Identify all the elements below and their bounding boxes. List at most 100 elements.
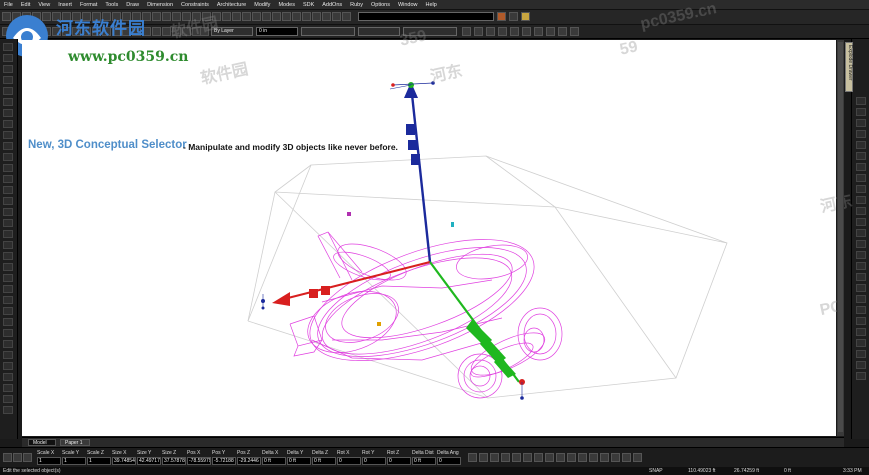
- zoom-tool-icon[interactable]: [509, 12, 518, 21]
- modify-tool-icon[interactable]: [856, 163, 866, 171]
- toolbar-button-icon[interactable]: [312, 12, 321, 21]
- property-value-input[interactable]: 42.49717: [137, 457, 161, 465]
- toolbar-button-icon[interactable]: [272, 12, 281, 21]
- property-value-input[interactable]: 0 ft: [287, 457, 311, 465]
- draw-tool-icon[interactable]: [3, 131, 13, 139]
- property-toolbar-icon[interactable]: [611, 453, 620, 462]
- draw-tool-icon[interactable]: [3, 395, 13, 403]
- draw-tool-icon[interactable]: [3, 120, 13, 128]
- folder-icon[interactable]: [521, 12, 530, 21]
- property-toolbar-icon[interactable]: [512, 453, 521, 462]
- draw-tool-icon[interactable]: [3, 142, 13, 150]
- menu-item-addons[interactable]: AddOns: [318, 2, 346, 8]
- draw-tool-icon[interactable]: [3, 219, 13, 227]
- toolbar-button-icon[interactable]: [534, 27, 543, 36]
- menu-item-format[interactable]: Format: [76, 2, 101, 8]
- draw-tool-icon[interactable]: [3, 153, 13, 161]
- menu-item-ruby[interactable]: Ruby: [346, 2, 367, 8]
- snap-indicator[interactable]: SNAP: [649, 467, 663, 475]
- toolbar-button-icon[interactable]: [486, 27, 495, 36]
- property-toolbar-icon[interactable]: [589, 453, 598, 462]
- lineweight-combo[interactable]: [358, 27, 400, 36]
- draw-tool-icon[interactable]: [3, 76, 13, 84]
- property-toolbar-icon[interactable]: [490, 453, 499, 462]
- toolbar-button-icon[interactable]: [558, 27, 567, 36]
- modify-tool-icon[interactable]: [856, 152, 866, 160]
- draw-tool-icon[interactable]: [3, 384, 13, 392]
- menu-item-view[interactable]: View: [34, 2, 54, 8]
- draw-tool-icon[interactable]: [3, 329, 13, 337]
- modify-tool-icon[interactable]: [856, 108, 866, 116]
- menu-item-sdk[interactable]: SDK: [299, 2, 318, 8]
- toolbar-button-icon[interactable]: [332, 12, 341, 21]
- toolbar-button-icon[interactable]: [222, 12, 231, 21]
- draw-tool-icon[interactable]: [3, 98, 13, 106]
- draw-tool-icon[interactable]: [3, 230, 13, 238]
- menu-item-draw[interactable]: Draw: [122, 2, 143, 8]
- toolbar-button-icon[interactable]: [342, 12, 351, 21]
- property-toolbar-icon[interactable]: [556, 453, 565, 462]
- modify-tool-icon[interactable]: [856, 240, 866, 248]
- property-value-input[interactable]: 39.74854: [112, 457, 136, 465]
- property-toolbar-icon[interactable]: [578, 453, 587, 462]
- draw-tool-icon[interactable]: [3, 252, 13, 260]
- modify-tool-icon[interactable]: [856, 141, 866, 149]
- draw-tool-icon[interactable]: [3, 208, 13, 216]
- explode-drawer-tab[interactable]: Explode Drawer: [845, 42, 853, 92]
- modify-tool-icon[interactable]: [856, 350, 866, 358]
- draw-tool-icon[interactable]: [3, 263, 13, 271]
- draw-tool-icon[interactable]: [3, 351, 13, 359]
- vertical-scrollbar[interactable]: [837, 40, 844, 436]
- property-value-input[interactable]: 0 ft: [262, 457, 286, 465]
- drawing-canvas[interactable]: [22, 40, 836, 436]
- property-value-input[interactable]: 0: [437, 457, 461, 465]
- property-toolbar-icon[interactable]: [23, 453, 32, 462]
- modify-tool-icon[interactable]: [856, 229, 866, 237]
- modify-tool-icon[interactable]: [856, 185, 866, 193]
- toolbar-button-icon[interactable]: [570, 27, 579, 36]
- toolbar-button-icon[interactable]: [474, 27, 483, 36]
- menu-item-modes[interactable]: Modes: [274, 2, 299, 8]
- draw-tool-icon[interactable]: [3, 406, 13, 414]
- modify-tool-icon[interactable]: [856, 251, 866, 259]
- property-toolbar-icon[interactable]: [3, 453, 12, 462]
- menu-item-modify[interactable]: Modify: [250, 2, 274, 8]
- toolbar-button-icon[interactable]: [252, 12, 261, 21]
- draw-tool-icon[interactable]: [3, 241, 13, 249]
- property-value-input[interactable]: 0 ft: [412, 457, 436, 465]
- menu-item-window[interactable]: Window: [394, 2, 422, 8]
- scrollbar-thumb[interactable]: [838, 42, 843, 432]
- property-toolbar-icon[interactable]: [567, 453, 576, 462]
- draw-tool-icon[interactable]: [3, 87, 13, 95]
- property-value-input[interactable]: 0: [362, 457, 386, 465]
- menu-item-constraints[interactable]: Constraints: [177, 2, 213, 8]
- toolbar-button-icon[interactable]: [242, 12, 251, 21]
- property-value-input[interactable]: -78.55979: [187, 457, 211, 465]
- draw-tool-icon[interactable]: [3, 362, 13, 370]
- property-toolbar-icon[interactable]: [13, 453, 22, 462]
- property-value-input[interactable]: 1: [62, 457, 86, 465]
- pointer-tool-icon[interactable]: [497, 12, 506, 21]
- modify-tool-icon[interactable]: [856, 328, 866, 336]
- toolbar-button-icon[interactable]: [262, 12, 271, 21]
- property-value-input[interactable]: 0: [387, 457, 411, 465]
- property-toolbar-icon[interactable]: [600, 453, 609, 462]
- modify-tool-icon[interactable]: [856, 273, 866, 281]
- toolbar-button-icon[interactable]: [546, 27, 555, 36]
- draw-tool-icon[interactable]: [3, 43, 13, 51]
- toolbar-button-icon[interactable]: [322, 12, 331, 21]
- toolbar-button-icon[interactable]: [498, 27, 507, 36]
- modify-tool-icon[interactable]: [856, 284, 866, 292]
- draw-tool-icon[interactable]: [3, 318, 13, 326]
- property-toolbar-icon[interactable]: [633, 453, 642, 462]
- draw-tool-icon[interactable]: [3, 54, 13, 62]
- property-value-input[interactable]: 1: [87, 457, 111, 465]
- property-toolbar-icon[interactable]: [534, 453, 543, 462]
- modify-tool-icon[interactable]: [856, 174, 866, 182]
- draw-tool-icon[interactable]: [3, 340, 13, 348]
- property-toolbar-icon[interactable]: [479, 453, 488, 462]
- draw-tool-icon[interactable]: [3, 109, 13, 117]
- modify-tool-icon[interactable]: [856, 317, 866, 325]
- modify-tool-icon[interactable]: [856, 218, 866, 226]
- toolbar-button-icon[interactable]: [292, 12, 301, 21]
